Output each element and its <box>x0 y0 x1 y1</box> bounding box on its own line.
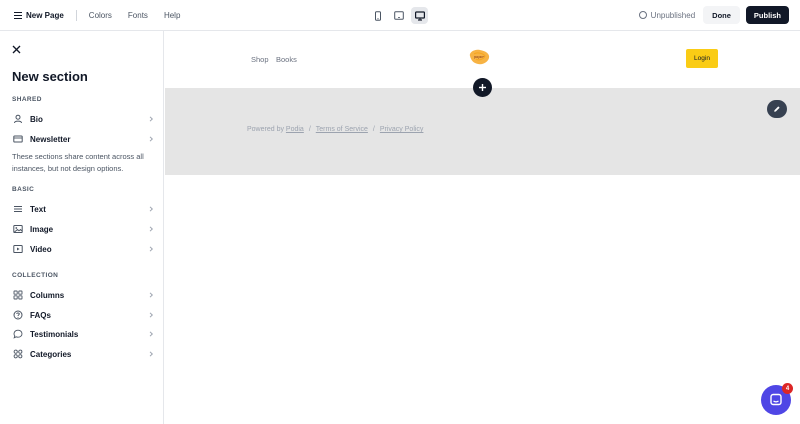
text-lines-icon <box>12 203 24 215</box>
page-name[interactable]: New Page <box>26 11 64 20</box>
plus-icon <box>479 84 486 91</box>
login-button[interactable]: Login <box>686 49 718 68</box>
footer-separator: / <box>308 126 311 133</box>
chevron-right-icon <box>149 206 154 212</box>
done-button[interactable]: Done <box>703 6 740 24</box>
tablet-icon <box>393 11 404 20</box>
chevron-right-icon <box>149 136 154 142</box>
desktop-view-button[interactable] <box>411 7 428 24</box>
section-option-categories[interactable]: Categories <box>12 346 154 362</box>
person-icon <box>12 113 24 125</box>
menu-icon[interactable] <box>14 12 22 20</box>
terms-link[interactable]: Terms of Service <box>316 126 368 133</box>
chat-icon <box>770 393 782 406</box>
section-option-label: Image <box>30 224 54 234</box>
tablet-view-button[interactable] <box>390 7 407 24</box>
publish-button[interactable]: Publish <box>745 6 789 24</box>
add-section-button[interactable] <box>473 78 492 97</box>
topbar-right: Unpublished Done Publish <box>638 6 789 24</box>
columns-grid-icon <box>12 289 24 301</box>
chevron-right-icon <box>149 246 154 252</box>
chevron-right-icon <box>149 351 154 357</box>
podia-link[interactable]: Podia <box>286 126 304 133</box>
section-option-bio[interactable]: Bio <box>12 111 154 127</box>
edit-footer-button[interactable] <box>767 100 787 118</box>
section-option-label: FAQs <box>30 310 51 320</box>
chevron-right-icon <box>149 226 154 232</box>
top-bar: New Page Colors Fonts Help Unpublished D… <box>0 0 800 31</box>
footer-separator: / <box>372 126 375 133</box>
video-icon <box>12 243 24 255</box>
mail-icon <box>12 133 24 145</box>
status-circle-icon <box>638 11 647 19</box>
logo-wordmark: paper <box>474 55 484 59</box>
powered-by-text: Powered by <box>247 126 284 133</box>
section-option-faqs[interactable]: FAQs <box>12 307 154 323</box>
footer-links: Powered by Podia / Terms of Service / Pr… <box>247 126 423 133</box>
section-option-columns[interactable]: Columns <box>12 287 154 303</box>
mobile-icon <box>374 10 381 21</box>
section-option-label: Testimonials <box>30 329 79 339</box>
section-option-image[interactable]: Image <box>12 221 154 237</box>
categories-grid-icon <box>12 348 24 360</box>
group-heading-basic: BASIC <box>12 186 35 193</box>
shared-sections-note: These sections share content across all … <box>12 152 144 173</box>
topbar-left: New Page Colors Fonts Help <box>14 0 196 31</box>
mobile-view-button[interactable] <box>369 7 386 24</box>
section-option-testimonials[interactable]: Testimonials <box>12 326 154 342</box>
chat-bubble-icon <box>12 328 24 340</box>
section-option-label: Columns <box>30 290 65 300</box>
image-icon <box>12 223 24 235</box>
publish-status: Unpublished <box>650 10 696 20</box>
divider <box>75 10 77 21</box>
group-heading-collection: COLLECTION <box>12 272 59 279</box>
section-option-text[interactable]: Text <box>12 201 154 217</box>
pencil-icon <box>774 106 780 112</box>
privacy-link[interactable]: Privacy Policy <box>380 126 424 133</box>
notification-badge: 4 <box>782 383 793 394</box>
section-option-label: Bio <box>30 114 43 124</box>
desktop-icon <box>414 10 425 21</box>
colors-link[interactable]: Colors <box>89 11 112 20</box>
panel-title: New section <box>12 69 88 84</box>
section-option-label: Video <box>30 244 52 254</box>
site-footer-preview: Powered by Podia / Terms of Service / Pr… <box>165 88 800 175</box>
section-option-video[interactable]: Video <box>12 241 154 257</box>
section-option-label: Text <box>30 204 46 214</box>
device-switcher <box>369 7 428 24</box>
section-option-newsletter[interactable]: Newsletter <box>12 131 154 147</box>
group-heading-shared: SHARED <box>12 96 42 103</box>
fonts-link[interactable]: Fonts <box>128 11 148 20</box>
nav-link-books[interactable]: Books <box>276 55 297 64</box>
chevron-right-icon <box>149 331 154 337</box>
nav-link-shop[interactable]: Shop <box>251 55 269 64</box>
section-option-label: Newsletter <box>30 134 71 144</box>
new-section-panel: New section SHARED Bio Newsletter These … <box>0 31 164 424</box>
help-link[interactable]: Help <box>164 11 180 20</box>
chevron-right-icon <box>149 292 154 298</box>
chevron-right-icon <box>149 116 154 122</box>
section-option-label: Categories <box>30 349 72 359</box>
chevron-right-icon <box>149 312 154 318</box>
question-circle-icon <box>12 309 24 321</box>
close-icon[interactable] <box>12 45 21 54</box>
site-logo[interactable]: paper <box>467 48 491 66</box>
